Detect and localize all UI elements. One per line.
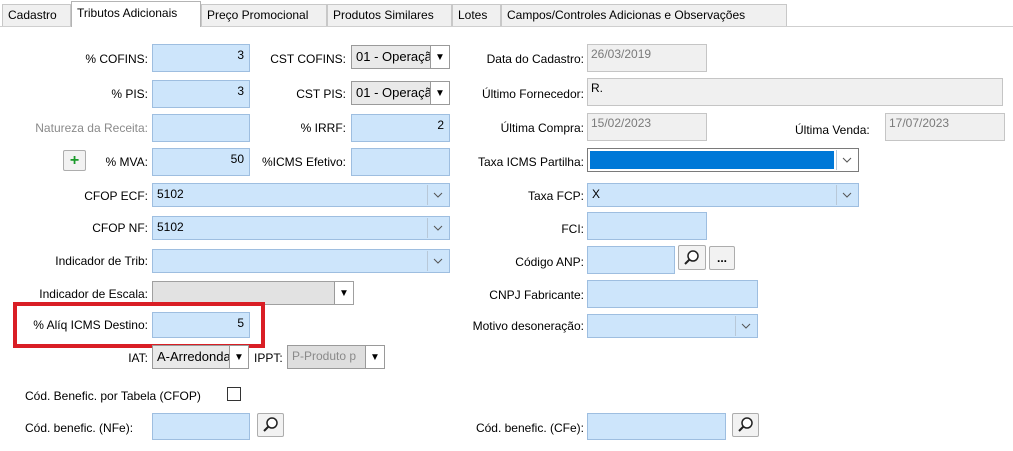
codigo-anp-label: Código ANP: [515,255,584,269]
codigo-anp-input[interactable] [587,246,675,274]
motivo-desoneracao-label: Motivo desoneração: [472,319,584,333]
motivo-desoneracao-select[interactable] [587,314,758,338]
tab-campos-controles[interactable]: Campos/Controles Adicionas e Observações [501,4,787,26]
chevron-down-icon[interactable] [836,150,857,170]
cod-benefic-nfe-input[interactable] [152,413,250,440]
ellipsis-icon: ... [716,251,727,265]
cfop-ecf-label: CFOP ECF: [84,189,148,203]
chevron-down-icon[interactable] [427,218,448,238]
chevron-down-icon[interactable] [735,316,756,336]
anp-more-button[interactable]: ... [709,246,735,270]
irrf-input[interactable]: 2 [351,114,450,142]
ultima-venda-field: 17/07/2023 [885,113,1005,141]
cfop-nf-value: 5102 [157,220,184,234]
ultima-compra-label: Última Compra: [500,121,584,135]
natureza-receita-label: Natureza da Receita: [35,121,148,135]
fci-input[interactable] [587,212,707,240]
cod-benefic-cfe-label: Cód. benefic. (CFe): [475,421,584,435]
taxa-icms-partilha-select[interactable] [587,148,859,172]
icms-efetivo-input[interactable] [351,148,450,176]
pis-input[interactable]: 3 [152,80,250,108]
ultima-compra-field: 15/02/2023 [587,113,707,141]
taxa-fcp-select[interactable]: X [587,183,859,207]
cnpj-fabricante-input[interactable] [587,280,758,308]
ippt-value: P-Produto p [292,349,357,363]
iat-label: IAT: [128,351,148,365]
fci-label: FCI: [561,222,584,236]
search-nfe-button[interactable] [257,413,284,437]
cod-benefic-nfe-label: Cód. benefic. (NFe): [25,421,134,435]
plus-icon: + [69,151,80,169]
dropdown-arrow-icon[interactable]: ▼ [334,282,353,304]
cofins-input[interactable]: 3 [152,44,250,72]
selected-highlight [590,151,834,169]
cst-pis-value: 01 - Operação [356,85,440,100]
cst-cofins-value: 01 - Operação [356,49,440,64]
dropdown-arrow-icon[interactable]: ▼ [430,46,449,68]
dropdown-arrow-icon[interactable]: ▼ [229,346,248,368]
pis-label: % PIS: [111,87,148,101]
search-cfe-button[interactable] [732,413,759,437]
ultima-venda-label: Última Venda: [795,123,870,137]
cod-benefic-cfe-input[interactable] [587,413,726,440]
mva-label: % MVA: [105,155,148,169]
tab-tributos-adicionais[interactable]: Tributos Adicionais [71,1,201,27]
icms-efetivo-label: %ICMS Efetivo: [261,155,346,169]
iat-select[interactable]: A-Arredondamento ▼ [152,345,249,369]
cofins-label: % COFINS: [85,52,148,66]
data-cadastro-field: 26/03/2019 [587,44,707,72]
highlight-box [13,302,265,348]
magnifier-icon [737,417,753,432]
cfop-nf-select[interactable]: 5102 [152,216,450,240]
chevron-down-icon[interactable] [836,185,857,205]
chevron-down-icon[interactable] [427,251,448,271]
mva-input[interactable]: 50 [152,148,250,176]
cod-benefic-tabela-label: Cód. Benefic. por Tabela (CFOP) [25,389,201,403]
ippt-label: IPPT: [254,351,283,365]
magnifier-icon [262,417,278,432]
dropdown-arrow-icon[interactable]: ▼ [365,346,384,368]
magnifier-icon [684,249,699,265]
tab-bar: Cadastro Tributos Adicionais Preço Promo… [0,0,1013,28]
taxa-icms-partilha-label: Taxa ICMS Partilha: [477,155,584,169]
natureza-receita-input[interactable] [152,114,250,142]
cfop-nf-label: CFOP NF: [92,221,148,235]
tab-preco-promocional[interactable]: Preço Promocional [201,4,327,26]
cst-cofins-label: CST COFINS: [270,52,346,66]
ultimo-fornecedor-label: Último Fornecedor: [481,87,584,101]
indicador-trib-label: Indicador de Trib: [55,254,148,268]
tab-produtos-similares[interactable]: Produtos Similares [327,4,452,26]
taxa-fcp-value: X [592,187,601,201]
ippt-select[interactable]: P-Produto p ▼ [287,345,385,369]
data-cadastro-label: Data do Cadastro: [486,52,584,66]
add-mva-button[interactable]: + [63,150,86,171]
search-anp-button[interactable] [678,245,706,270]
taxa-fcp-label: Taxa FCP: [527,189,584,203]
tab-lotes[interactable]: Lotes [452,4,501,26]
irrf-label: % IRRF: [300,121,346,135]
indicador-trib-select[interactable] [152,249,450,273]
cst-cofins-select[interactable]: 01 - Operação ▼ [351,45,450,69]
cod-benefic-tabela-checkbox[interactable] [227,387,241,401]
indicador-escala-label: Indicador de Escala: [39,287,148,301]
cfop-ecf-value: 5102 [157,187,184,201]
cnpj-fabricante-label: CNPJ Fabricante: [489,288,584,302]
dropdown-arrow-icon[interactable]: ▼ [430,82,449,104]
cst-pis-label: CST PIS: [296,87,346,101]
ultimo-fornecedor-field: R. [587,78,1003,106]
chevron-down-icon[interactable] [427,185,448,205]
cfop-ecf-select[interactable]: 5102 [152,183,450,207]
tab-cadastro[interactable]: Cadastro [2,4,71,26]
cst-pis-select[interactable]: 01 - Operação ▼ [351,81,450,105]
